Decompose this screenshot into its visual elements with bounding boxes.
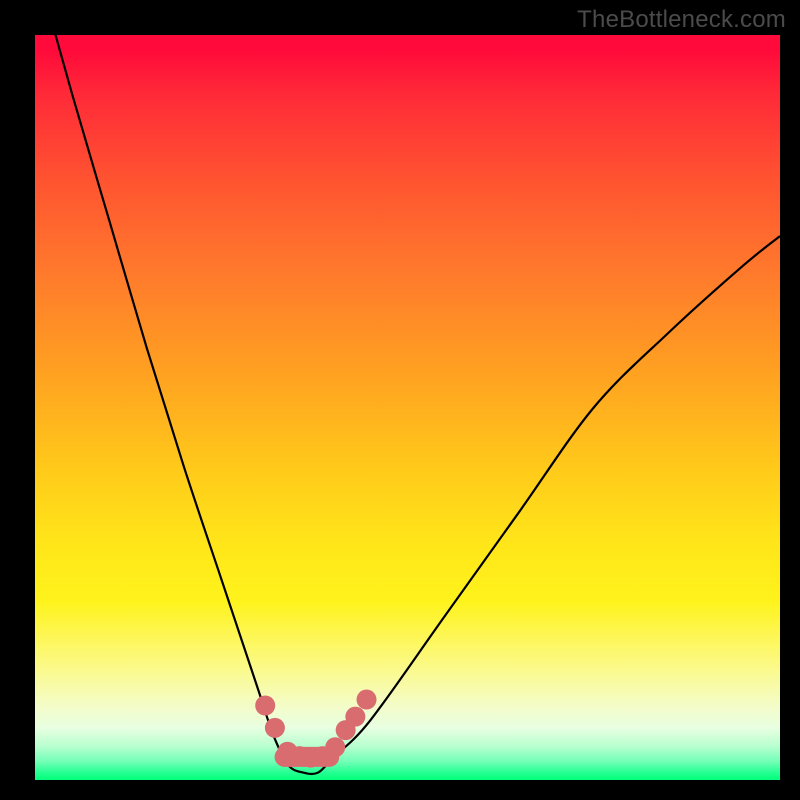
watermark-text: TheBottleneck.com [577,6,786,34]
data-marker [345,707,365,727]
data-marker [357,690,377,710]
curve-layer [35,35,780,780]
bottleneck-curve [35,35,780,774]
data-marker [325,737,345,757]
chart-frame: TheBottleneck.com [0,0,800,800]
data-marker [255,696,275,716]
data-marker [265,718,285,738]
plot-area [35,35,780,780]
